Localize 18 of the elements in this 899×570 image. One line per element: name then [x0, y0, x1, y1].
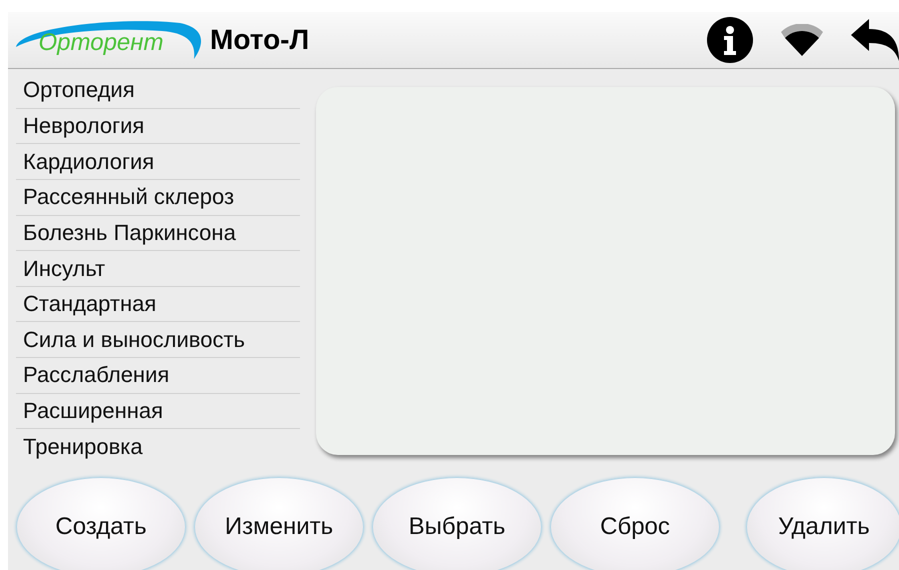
- program-item[interactable]: Болезнь Паркинсона: [16, 216, 300, 252]
- program-item[interactable]: Тренировка: [16, 429, 300, 466]
- logo-text: Орторент: [38, 29, 164, 57]
- program-item[interactable]: Расслабления: [16, 358, 300, 394]
- action-button[interactable]: Изменить: [194, 477, 364, 570]
- program-item[interactable]: Стандартная: [16, 286, 300, 322]
- program-item[interactable]: Рассеянный склероз: [16, 180, 300, 216]
- app-title: Мото-Л: [210, 24, 310, 56]
- program-item[interactable]: Расширенная: [16, 394, 300, 430]
- program-item[interactable]: Кардиология: [16, 144, 300, 180]
- program-item[interactable]: Ортопедия: [16, 73, 300, 109]
- action-button[interactable]: Выбрать: [372, 477, 542, 570]
- action-button[interactable]: Создать: [16, 477, 186, 570]
- program-item[interactable]: Инсульт: [16, 251, 300, 287]
- action-button[interactable]: Удалить: [746, 477, 899, 570]
- program-item[interactable]: Неврология: [16, 108, 300, 144]
- action-button[interactable]: Сброс: [550, 477, 720, 570]
- program-item[interactable]: Сила и выносливость: [16, 322, 300, 358]
